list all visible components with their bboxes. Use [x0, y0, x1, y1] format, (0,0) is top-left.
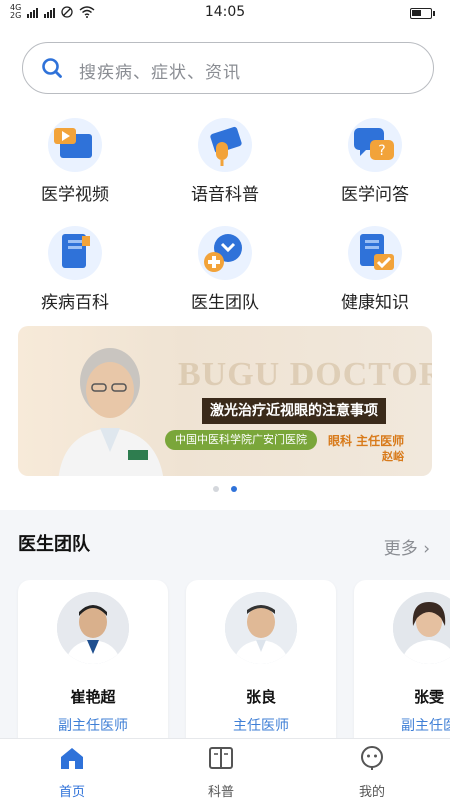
more-link[interactable]: 更多 ›	[384, 534, 430, 559]
svg-text:?: ?	[378, 143, 385, 159]
quick-link-label: 医学视频	[41, 185, 109, 205]
tab-label: 首页	[58, 785, 85, 800]
tab-science[interactable]: 科普	[171, 745, 271, 800]
book-icon	[48, 226, 102, 280]
quick-link-medical-video[interactable]: 医学视频	[0, 118, 150, 205]
battery-icon	[410, 8, 435, 19]
quick-link-health-knowledge[interactable]: 健康知识	[300, 226, 450, 313]
banner-watermark: BUGU DOCTOR	[178, 356, 432, 393]
tab-label: 我的	[358, 785, 385, 800]
doctor-name: 张良	[245, 688, 276, 706]
quick-link-doctor-team[interactable]: 医生团队	[150, 226, 300, 313]
banner-doctor-name: 赵峪	[382, 450, 404, 463]
quick-link-label: 医生团队	[191, 293, 259, 313]
banner-pagination	[0, 486, 450, 492]
doctor-name: 崔艳超	[70, 688, 116, 706]
tab-label: 科普	[207, 785, 234, 800]
quick-link-disease-encyclopedia[interactable]: 疾病百科	[0, 226, 150, 313]
pagination-dot[interactable]	[213, 486, 219, 492]
quick-link-label: 健康知识	[341, 293, 409, 313]
clock: 14:05	[204, 4, 246, 20]
doctor-card[interactable]: 崔艳超 副主任医师	[18, 580, 168, 740]
search-placeholder: 搜疾病、症状、资讯	[79, 63, 241, 83]
search-bar[interactable]: 搜疾病、症状、资讯	[22, 42, 434, 94]
profile-icon	[361, 746, 383, 770]
doctor-title: 副主任医	[401, 718, 450, 734]
quick-link-label: 医学问答	[341, 185, 409, 205]
quick-link-audio-science[interactable]: 语音科普	[150, 118, 300, 205]
doctor-title: 主任医师	[233, 718, 289, 734]
doctor-name: 张雯	[413, 688, 444, 706]
banner-department: 眼科 主任医师	[328, 434, 405, 448]
doctor-avatar	[225, 592, 297, 664]
status-bar: 4G 2G 14:05	[0, 0, 450, 26]
chat-question-icon: ?	[348, 118, 402, 172]
tab-profile[interactable]: 我的	[322, 745, 422, 800]
banner-title: 激光治疗近视眼的注意事项	[202, 398, 386, 424]
doctor-card[interactable]: 张良 主任医师	[186, 580, 336, 740]
doctor-card[interactable]: 张雯 副主任医	[354, 580, 450, 740]
banner-hospital: 中国中医科学院广安门医院	[165, 430, 317, 450]
section-title-doctor-team: 医生团队	[18, 534, 90, 555]
quick-link-label: 疾病百科	[41, 293, 109, 313]
battery-level	[412, 10, 421, 16]
bottom-tab-bar: 首页 科普 我的	[0, 738, 450, 800]
pagination-dot-active[interactable]	[231, 486, 237, 492]
doctor-avatar	[393, 592, 450, 664]
doctor-portrait	[58, 348, 163, 476]
promo-banner[interactable]: BUGU DOCTOR 激光治疗近视眼的注意事项 中国中医科学院广安门医院 眼科…	[18, 326, 432, 476]
document-check-icon	[348, 226, 402, 280]
doctor-avatar	[57, 592, 129, 664]
video-icon	[48, 118, 102, 172]
medical-team-icon	[198, 226, 252, 280]
quick-link-medical-qa[interactable]: ? 医学问答	[300, 118, 450, 205]
book-open-icon	[209, 747, 233, 769]
quick-link-label: 语音科普	[191, 185, 259, 205]
search-icon	[42, 58, 62, 78]
home-icon	[61, 748, 83, 769]
tab-home[interactable]: 首页	[22, 745, 122, 800]
doctor-card-list: 崔艳超 副主任医师 张良 主任医师 张雯 副主任医	[0, 580, 450, 740]
microphone-icon	[198, 118, 252, 172]
doctor-title: 副主任医师	[58, 718, 128, 734]
